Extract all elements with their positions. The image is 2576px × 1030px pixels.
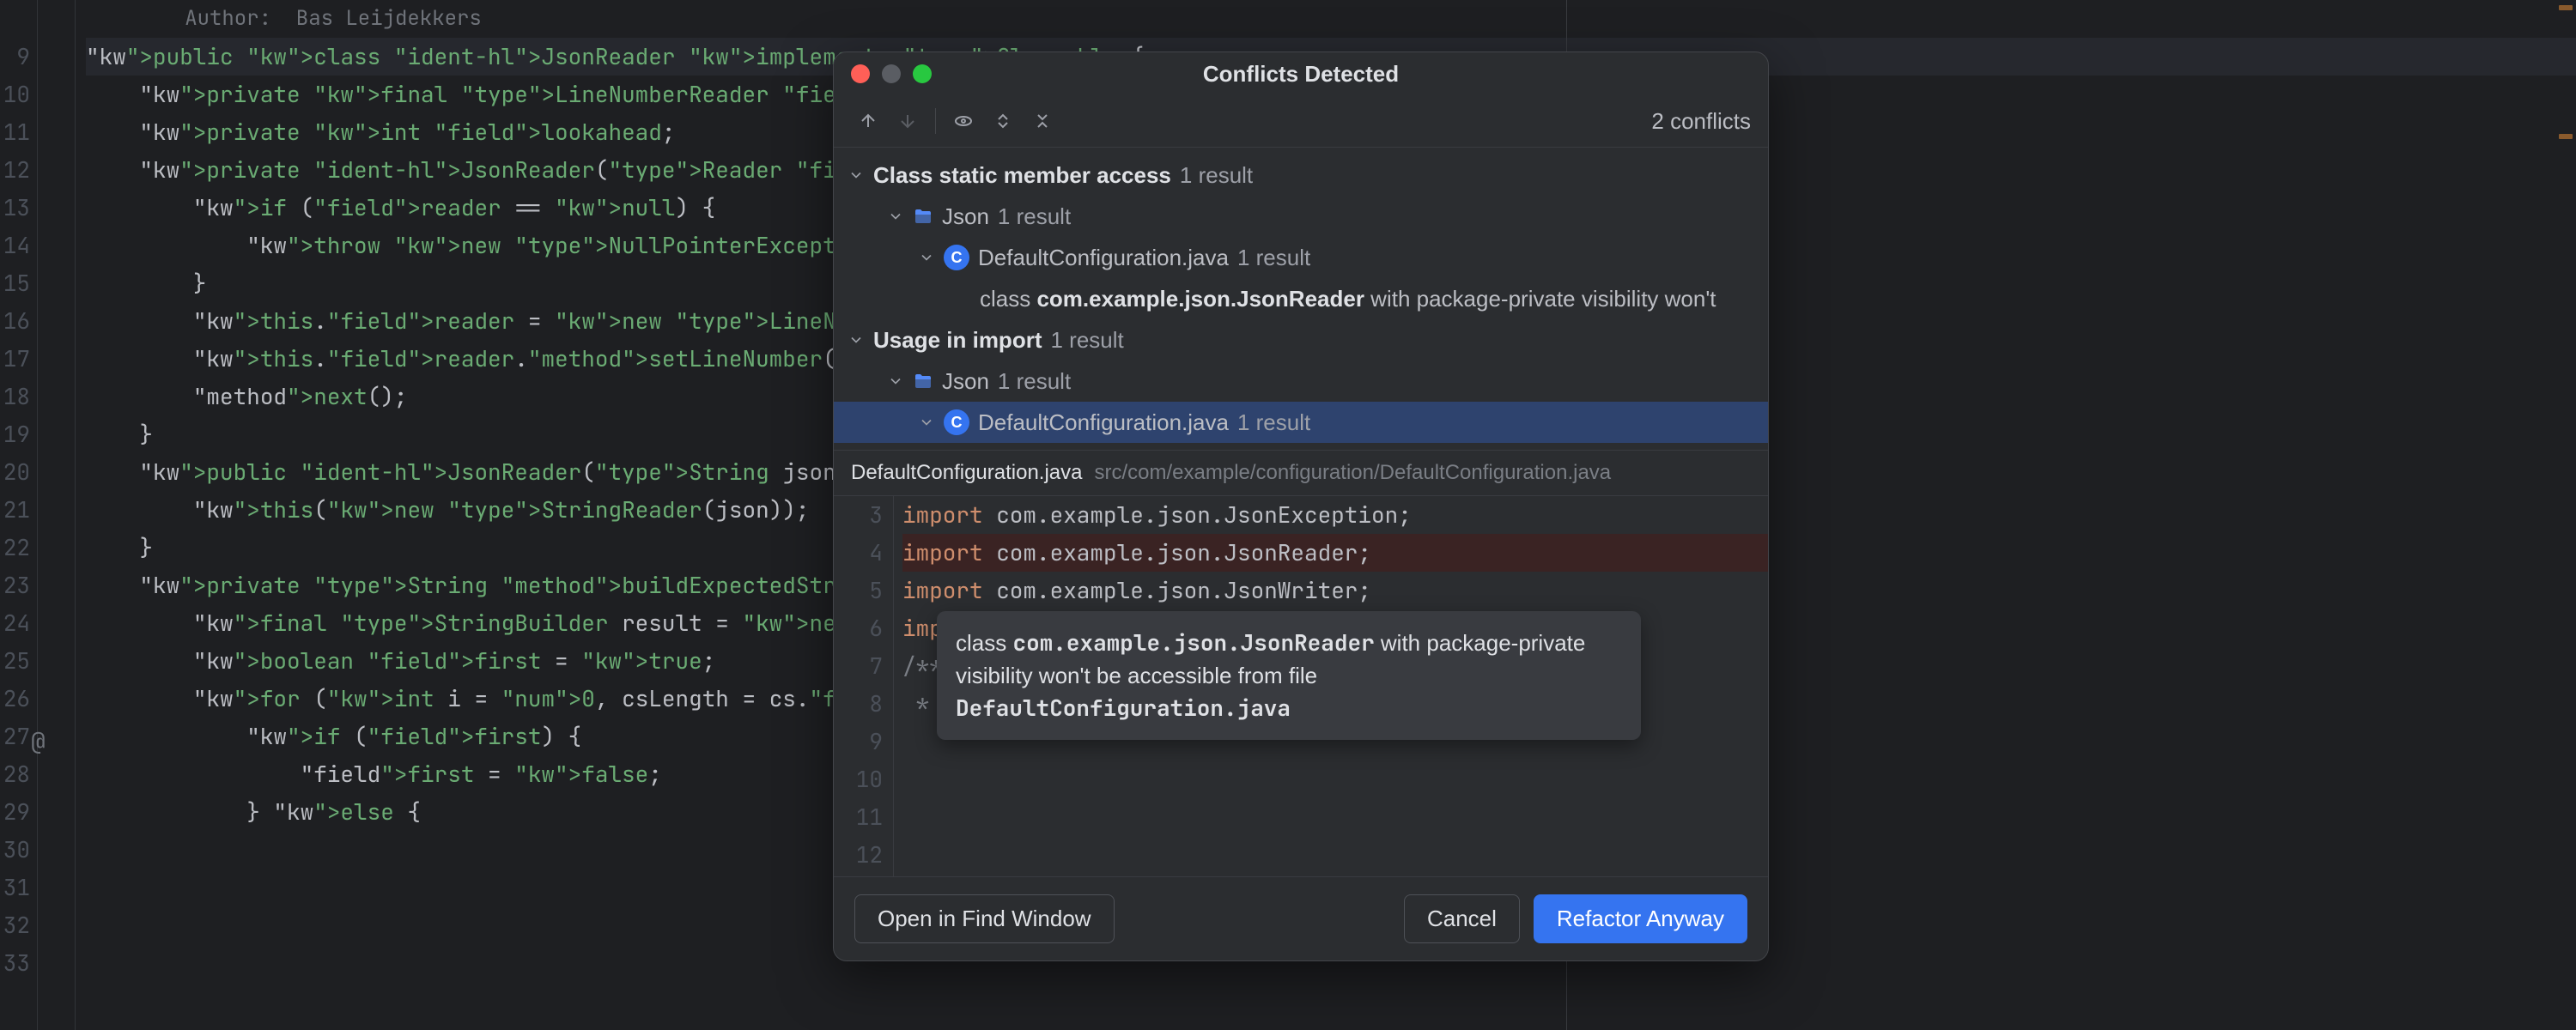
refactor-anyway-button[interactable]: Refactor Anyway	[1534, 894, 1747, 943]
preview-header: DefaultConfiguration.java src/com/exampl…	[834, 450, 1768, 496]
annotation-marker-icon: @	[31, 723, 46, 760]
editor-scrollbar[interactable]	[2552, 0, 2576, 1030]
preview-gutter: 3456789101112	[834, 496, 894, 876]
tree-group[interactable]: Usage in import 1 result	[834, 319, 1768, 360]
close-icon[interactable]	[851, 64, 870, 83]
dialog-titlebar: Conflicts Detected	[834, 52, 1768, 95]
prev-occurrence-button[interactable]	[851, 104, 885, 138]
cancel-button[interactable]: Cancel	[1404, 894, 1520, 943]
collapse-all-button[interactable]	[1025, 104, 1060, 138]
minimize-icon	[882, 64, 901, 83]
window-controls	[851, 64, 932, 83]
tree-module[interactable]: Json 1 result	[834, 196, 1768, 237]
conflict-tooltip: class com.example.json.JsonReader with p…	[937, 611, 1641, 740]
vcs-gutter	[38, 0, 76, 1030]
tree-file[interactable]: CDefaultConfiguration.java 1 result	[834, 237, 1768, 278]
dialog-title: Conflicts Detected	[1203, 61, 1399, 88]
conflicts-dialog: Conflicts Detected 2 conflicts Class sta…	[833, 52, 1769, 961]
expand-all-button[interactable]	[986, 104, 1020, 138]
tree-module[interactable]: Json 1 result	[834, 360, 1768, 402]
line-gutter: 9101112131415161718192021222324252627282…	[0, 0, 38, 1030]
preview-file-name: DefaultConfiguration.java	[851, 461, 1083, 485]
tree-file[interactable]: CDefaultConfiguration.java 1 result	[834, 402, 1768, 443]
preview-pane[interactable]: 3456789101112 import com.example.json.Js…	[834, 496, 1768, 876]
next-occurrence-button[interactable]	[890, 104, 925, 138]
conflicts-tree[interactable]: Class static member access 1 resultJson …	[834, 148, 1768, 450]
dialog-toolbar: 2 conflicts	[834, 95, 1768, 148]
zoom-icon[interactable]	[913, 64, 932, 83]
preview-toggle-button[interactable]	[946, 104, 981, 138]
open-find-window-button[interactable]: Open in Find Window	[854, 894, 1115, 943]
conflicts-count: 2 conflicts	[1651, 108, 1751, 135]
tree-group[interactable]: Class static member access 1 result	[834, 154, 1768, 196]
dialog-footer: Open in Find Window Cancel Refactor Anyw…	[834, 876, 1768, 960]
tree-detail[interactable]: class com.example.json.JsonReader with p…	[834, 278, 1768, 319]
preview-file-path: src/com/example/configuration/DefaultCon…	[1095, 461, 1612, 485]
